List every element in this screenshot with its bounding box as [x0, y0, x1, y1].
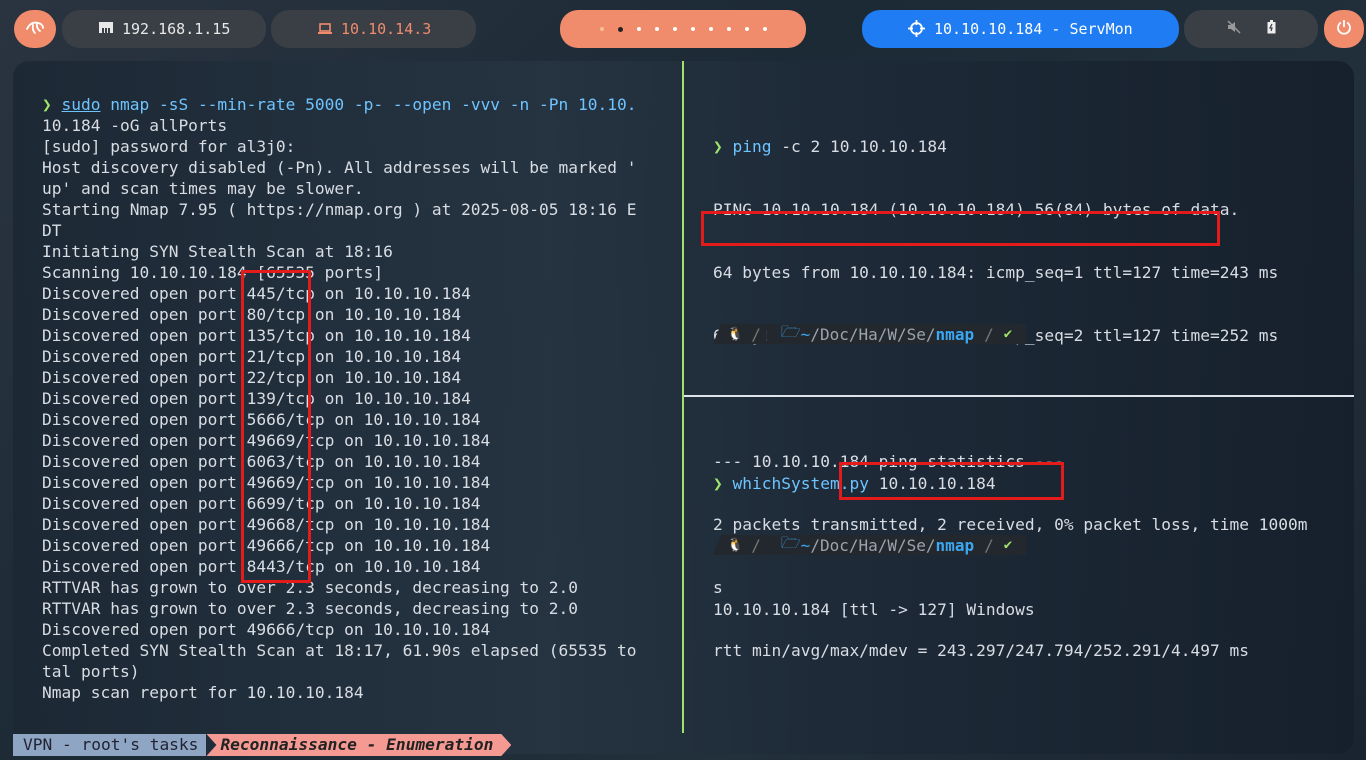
network-card-icon: [98, 20, 114, 39]
prompt-current-dir: nmap: [935, 324, 975, 344]
crosshair-icon: [908, 20, 925, 41]
output-line: DT: [42, 221, 62, 240]
workspace-3[interactable]: [636, 27, 641, 31]
output-line: Initiating SYN Stealth Scan at 18:16: [42, 242, 393, 261]
workspace-4[interactable]: [654, 27, 659, 31]
output-line: 10.184 -oG allPorts: [42, 116, 228, 135]
highlight-ttl-box: [839, 462, 1064, 500]
output-line: Discovered open port 21/tcp on 10.10.10.…: [42, 347, 462, 366]
sudo-command: sudo: [61, 95, 101, 114]
output-line: Discovered open port 49669/tcp on 10.10.…: [42, 473, 491, 492]
volume-muted-icon[interactable]: [1226, 20, 1241, 38]
terminal-window[interactable]: ❯ sudo nmap -sS --min-rate 5000 -p- --op…: [13, 61, 1354, 754]
highlight-ports-box: [241, 270, 311, 583]
prompt-path-segment: 🗁 ~/Doc/Ha/W/Se/nmap / ✔: [766, 533, 1027, 555]
prompt-current-dir: nmap: [935, 535, 975, 555]
shell-prompt: 🐧 / 🗁 ~/Doc/Ha/W/Se/nmap / ✔: [713, 322, 1027, 344]
prompt-path-segment: 🗁 ~/Doc/Ha/W/Se/nmap / ✔: [766, 322, 1027, 344]
output-line: RTTVAR has grown to over 2.3 seconds, de…: [42, 578, 579, 597]
target-indicator: 10.10.10.184 - ServMon: [862, 10, 1179, 48]
command-args: nmap -sS --min-rate 5000 -p- --open -vvv…: [100, 95, 637, 114]
output-line: Discovered open port 80/tcp on 10.10.10.…: [42, 305, 462, 324]
prompt-path: /Doc/Ha/W/Se/: [810, 535, 936, 555]
success-check-icon: ✔: [1003, 326, 1013, 342]
local-ip-indicator: 192.168.1.15: [62, 10, 266, 48]
vpn-ip-indicator: 10.10.14.3: [271, 10, 476, 48]
output-line: Nmap scan report for 10.10.10.184: [42, 683, 364, 702]
output-line: [sudo] password for al3j0:: [42, 137, 296, 156]
workspace-9[interactable]: [744, 27, 749, 31]
output-line: RTTVAR has grown to over 2.3 seconds, de…: [42, 599, 579, 618]
pane-divider-vertical[interactable]: [682, 61, 684, 733]
output-os-result: [ttl -> 127] Windows: [829, 600, 1035, 619]
workspace-7[interactable]: [708, 27, 713, 31]
workspace-switcher[interactable]: [560, 10, 806, 48]
success-check-icon: ✔: [1003, 537, 1013, 553]
output-line: tal ports): [42, 662, 140, 681]
battery-icon[interactable]: [1267, 20, 1276, 38]
highlight-packet-loss-box: [701, 211, 1220, 246]
shell-prompt: 🐧 / 🗁 ~/Doc/Ha/W/Se/nmap / ✔: [713, 533, 1027, 555]
prompt-arrow-icon: ❯: [713, 474, 723, 493]
output-line: Discovered open port 6699/tcp on 10.10.1…: [42, 494, 481, 513]
linux-tux-icon: 🐧: [727, 537, 744, 553]
output-line: Host discovery disabled (-Pn). All addre…: [42, 158, 637, 177]
target-text: 10.10.10.184 - ServMon: [934, 20, 1133, 38]
folder-icon: 🗁: [780, 321, 801, 341]
system-tray: [1184, 10, 1318, 48]
power-button[interactable]: [1324, 10, 1364, 48]
output-line: Scanning 10.10.10.184 [65535 ports]: [42, 263, 384, 282]
output-line: 10.10.10.184 [ttl -> 127] Windows: [713, 599, 1035, 620]
workspace-2[interactable]: [617, 26, 623, 32]
command-line: ❯ sudo nmap -sS --min-rate 5000 -p- --op…: [42, 94, 637, 115]
prompt-path: /Doc/Ha/W/Se/: [810, 324, 936, 344]
output-line: Discovered open port 49666/tcp on 10.10.…: [42, 536, 491, 555]
output-line: Discovered open port 445/tcp on 10.10.10…: [42, 284, 471, 303]
output-line: Discovered open port 5666/tcp on 10.10.1…: [42, 410, 481, 429]
output-line: 64 bytes from 10.10.10.184: icmp_seq=1 t…: [713, 263, 1279, 282]
workspace-5[interactable]: [672, 27, 677, 31]
output-line: Discovered open port 49669/tcp on 10.10.…: [42, 431, 491, 450]
prompt-arrow-icon: ❯: [713, 137, 723, 156]
workspace-6[interactable]: [690, 27, 695, 31]
left-pane-nmap-output[interactable]: ❯ sudo nmap -sS --min-rate 5000 -p- --op…: [42, 94, 637, 703]
prompt-os-segment: 🐧 /: [713, 535, 767, 555]
prompt-home: ~: [800, 535, 811, 555]
output-line: up' and scan times may be slower.: [42, 179, 364, 198]
command-args: -c 2 10.10.10.184: [771, 137, 947, 156]
output-line: Discovered open port 6063/tcp on 10.10.1…: [42, 452, 481, 471]
local-ip-text: 192.168.1.15: [122, 20, 231, 38]
kali-dragon-icon: [25, 19, 45, 39]
output-line: Discovered open port 49666/tcp on 10.10.…: [42, 620, 491, 639]
tmux-status-bar: VPN - root's tasks Reconnaissance - Enum…: [13, 734, 511, 756]
distro-logo-button[interactable]: [14, 10, 56, 48]
output-line: Discovered open port 22/tcp on 10.10.10.…: [42, 368, 462, 387]
output-line: Discovered open port 49668/tcp on 10.10.…: [42, 515, 491, 534]
vpn-ip-text: 10.10.14.3: [341, 20, 432, 38]
laptop-icon: [317, 21, 333, 40]
command-line: ❯ ping -c 2 10.10.10.184: [713, 136, 1308, 157]
output-line: Discovered open port 139/tcp on 10.10.10…: [42, 389, 471, 408]
prompt-arrow-icon: ❯: [42, 95, 52, 114]
output-line: Discovered open port 8443/tcp on 10.10.1…: [42, 557, 481, 576]
power-icon: [1336, 19, 1352, 39]
output-line: Completed SYN Stealth Scan at 18:17, 61.…: [42, 641, 637, 660]
session-name[interactable]: VPN - root's tasks: [13, 734, 207, 756]
workspace-8[interactable]: [726, 27, 731, 31]
active-window-tab[interactable]: Reconnaissance - Enumeration: [206, 734, 511, 756]
workspace-10[interactable]: [762, 27, 767, 31]
output-line: Starting Nmap 7.95 ( https://nmap.org ) …: [42, 200, 637, 219]
output-line: Discovered open port 135/tcp on 10.10.10…: [42, 326, 471, 345]
output-ip: 10.10.10.184: [713, 600, 830, 619]
linux-tux-icon: 🐧: [727, 326, 744, 342]
command-name: ping: [732, 137, 772, 156]
prompt-os-segment: 🐧 /: [713, 324, 767, 344]
prompt-home: ~: [800, 324, 811, 344]
workspace-1[interactable]: [599, 27, 604, 31]
folder-icon: 🗁: [780, 532, 801, 552]
